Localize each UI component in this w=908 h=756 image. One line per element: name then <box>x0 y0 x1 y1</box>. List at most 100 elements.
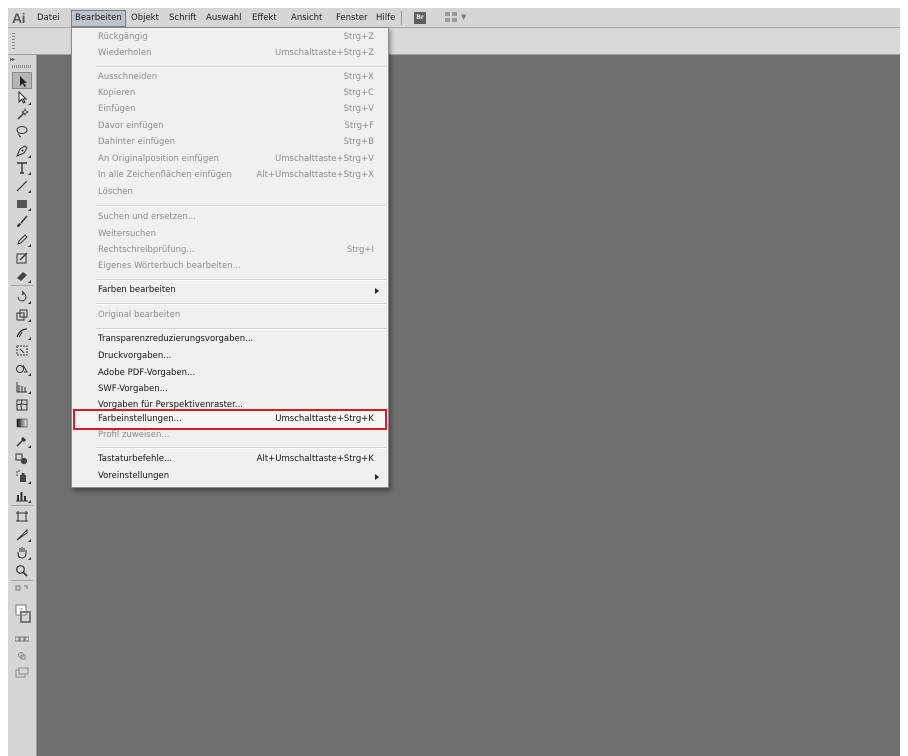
menu-item-label: Eigenes Wörterbuch bearbeiten... <box>98 261 241 271</box>
menu-datei[interactable]: Datei <box>34 12 63 25</box>
menu-item-shortcut: Strg+Z <box>343 32 374 42</box>
chevron-down-icon[interactable]: ▼ <box>461 13 466 21</box>
selection-tool-icon[interactable] <box>12 72 32 89</box>
warp-tool-icon[interactable] <box>12 324 32 341</box>
menu-item-undo[interactable]: Rückgängig Strg+Z <box>72 30 388 45</box>
menu-item-keyboard-shortcuts[interactable]: Tastaturbefehle... Alt+Umschalttaste+Str… <box>72 452 388 467</box>
menu-item-paste[interactable]: Einfügen Strg+V <box>72 102 388 117</box>
direct-selection-tool-icon[interactable] <box>12 89 32 106</box>
menu-item-label: Rückgängig <box>98 32 148 42</box>
menu-item-redo[interactable]: Wiederholen Umschalttaste+Strg+Z <box>72 46 388 61</box>
menu-bearbeiten[interactable]: Bearbeiten <box>71 10 126 27</box>
menu-item-transparency-presets[interactable]: Transparenzreduzierungsvorgaben... <box>72 332 388 347</box>
shape-builder-tool-icon[interactable] <box>12 360 32 377</box>
menu-item-label: Transparenzreduzierungsvorgaben... <box>98 334 254 344</box>
menu-item-label: Farbeinstellungen... <box>98 414 182 424</box>
menu-item-label: Profil zuweisen... <box>98 430 170 440</box>
menu-item-label: Weitersuchen <box>98 229 157 239</box>
menu-item-copy[interactable]: Kopieren Strg+C <box>72 86 388 101</box>
menu-item-clear[interactable]: Löschen <box>72 185 388 200</box>
rectangle-tool-icon[interactable] <box>12 195 32 212</box>
menu-item-shortcut: Strg+I <box>346 245 374 255</box>
menu-item-find-replace[interactable]: Suchen und ersetzen... <box>72 210 388 225</box>
menu-item-paste-in-back[interactable]: Dahinter einfügen Strg+B <box>72 135 388 150</box>
artboard-tool-icon[interactable] <box>12 508 32 525</box>
menu-item-label: Rechtschreibprüfung... <box>98 245 195 255</box>
arrange-documents-icon[interactable] <box>445 12 459 24</box>
menu-fenster[interactable]: Fenster <box>333 12 371 25</box>
panel-grip[interactable] <box>12 65 32 68</box>
menu-item-spelling[interactable]: Rechtschreibprüfung... Strg+I <box>72 243 388 258</box>
menu-item-shortcut: Umschalttaste+Strg+K <box>275 414 374 424</box>
menu-item-assign-profile[interactable]: Profil zuweisen... <box>72 428 388 443</box>
menu-item-edit-original[interactable]: Original bearbeiten <box>72 308 388 323</box>
menu-item-pdf-presets[interactable]: Adobe PDF-Vorgaben... <box>72 366 388 381</box>
symbol-sprayer-tool-icon[interactable] <box>12 468 32 485</box>
menu-hilfe[interactable]: Hilfe <box>373 12 398 25</box>
menu-item-shortcut: Strg+C <box>343 88 374 98</box>
pen-tool-icon[interactable] <box>12 142 32 159</box>
panel-collapse-icon[interactable]: ▸▸ <box>10 56 15 63</box>
mesh-tool-icon[interactable] <box>12 396 32 413</box>
gradient-tool-icon[interactable] <box>12 414 32 431</box>
menu-item-edit-dictionary[interactable]: Eigenes Wörterbuch bearbeiten... <box>72 259 388 274</box>
fill-stroke-icon[interactable]: ? <box>12 602 32 626</box>
magic-wand-tool-icon[interactable] <box>12 106 32 123</box>
tools-divider <box>11 505 33 506</box>
hand-tool-icon[interactable] <box>12 544 32 561</box>
type-tool-icon[interactable] <box>12 159 32 176</box>
menu-item-print-presets[interactable]: Druckvorgaben... <box>72 349 388 364</box>
menu-item-paste-in-place[interactable]: An Originalposition einfügen Umschalttas… <box>72 152 388 167</box>
menu-item-shortcut: Strg+V <box>343 104 374 114</box>
menu-item-label: Einfügen <box>98 104 136 114</box>
zoom-tool-icon[interactable] <box>12 562 32 579</box>
blend-tool-icon[interactable] <box>12 450 32 467</box>
control-bar-grip[interactable] <box>12 33 15 49</box>
menu-item-label: Farben bearbeiten <box>98 285 176 295</box>
menu-item-color-settings[interactable]: Farbeinstellungen... Umschalttaste+Strg+… <box>72 412 388 427</box>
color-modes-icon[interactable] <box>12 631 32 648</box>
menu-item-label: Suchen und ersetzen... <box>98 212 196 222</box>
swap-fill-stroke-icon[interactable] <box>12 582 32 599</box>
menu-objekt[interactable]: Objekt <box>128 12 162 25</box>
submenu-arrow-icon <box>375 288 379 294</box>
menu-separator <box>96 205 386 207</box>
free-transform-tool-icon[interactable] <box>12 342 32 359</box>
menu-ansicht[interactable]: Ansicht <box>288 12 325 25</box>
menu-item-label: Löschen <box>98 187 133 197</box>
bridge-icon[interactable]: Br <box>414 12 426 24</box>
slice-tool-icon[interactable] <box>12 526 32 543</box>
menu-item-label: Wiederholen <box>98 48 152 58</box>
menu-item-label: An Originalposition einfügen <box>98 154 219 164</box>
draw-mode-icon[interactable] <box>12 647 32 664</box>
menu-item-paste-in-front[interactable]: Davor einfügen Strg+F <box>72 119 388 134</box>
menu-separator <box>96 303 386 305</box>
perspective-grid-tool-icon[interactable] <box>12 378 32 395</box>
menu-item-edit-colors[interactable]: Farben bearbeiten <box>72 283 388 298</box>
scale-tool-icon[interactable] <box>12 306 32 323</box>
eyedropper-tool-icon[interactable] <box>12 432 32 449</box>
menu-effekt[interactable]: Effekt <box>249 12 280 25</box>
blob-brush-tool-icon[interactable] <box>12 249 32 266</box>
menu-item-paste-all-artboards[interactable]: In alle Zeichenflächen einfügen Alt+Umsc… <box>72 168 388 183</box>
menu-schrift[interactable]: Schrift <box>166 12 200 25</box>
eraser-tool-icon[interactable] <box>12 267 32 284</box>
menu-item-find-next[interactable]: Weitersuchen <box>72 227 388 242</box>
screen-mode-icon[interactable] <box>12 664 32 681</box>
lasso-tool-icon[interactable] <box>12 123 32 140</box>
tools-divider <box>11 580 33 581</box>
menu-item-shortcut: Strg+F <box>344 121 374 131</box>
line-segment-tool-icon[interactable] <box>12 177 32 194</box>
pencil-tool-icon[interactable] <box>12 231 32 248</box>
menu-item-swf-presets[interactable]: SWF-Vorgaben... <box>72 382 388 397</box>
tools-divider <box>11 285 33 286</box>
column-graph-tool-icon[interactable] <box>12 487 32 504</box>
paintbrush-tool-icon[interactable] <box>12 213 32 230</box>
menu-item-shortcut: Umschalttaste+Strg+V <box>275 154 374 164</box>
menu-separator <box>96 447 386 449</box>
tools-panel: ▸▸ ? <box>8 55 37 756</box>
rotate-tool-icon[interactable] <box>12 288 32 305</box>
menu-auswahl[interactable]: Auswahl <box>203 12 245 25</box>
menu-item-preferences[interactable]: Voreinstellungen <box>72 469 388 484</box>
menu-item-cut[interactable]: Ausschneiden Strg+X <box>72 70 388 85</box>
